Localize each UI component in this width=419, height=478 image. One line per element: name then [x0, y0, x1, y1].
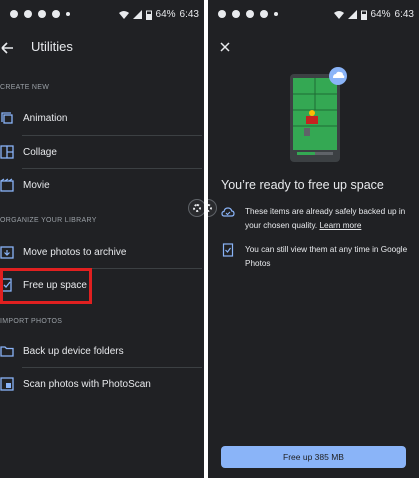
- battery-percent: 64%: [370, 9, 391, 20]
- notification-icon: [24, 10, 32, 18]
- more-notifications-icon: [274, 12, 278, 16]
- wifi-icon: [333, 10, 344, 19]
- status-bar: 64% 6:43: [208, 0, 419, 30]
- folder-icon: [0, 346, 14, 357]
- collage-icon: [0, 145, 14, 159]
- close-icon[interactable]: [218, 40, 232, 54]
- learn-more-link[interactable]: Learn more: [320, 221, 362, 230]
- battery-icon: [145, 10, 152, 20]
- page-title: Utilities: [31, 39, 73, 54]
- info-text: These items are already safely backed up…: [245, 205, 413, 233]
- info-row-view-anytime: You can still view them at any time in G…: [221, 243, 411, 273]
- photoscan-icon: [0, 377, 14, 391]
- divider: [22, 135, 202, 136]
- signal-icon: [132, 10, 142, 19]
- page-title: You’re ready to free up space: [221, 178, 384, 192]
- moon-icon: [38, 10, 46, 18]
- menu-item-back-up-folders[interactable]: Back up device folders: [0, 337, 204, 365]
- notification-icon: [232, 10, 240, 18]
- cloud-done-icon: [221, 207, 235, 217]
- section-header-organize: ORGANIZE YOUR LIBRARY: [0, 217, 97, 224]
- menu-item-label: Move photos to archive: [23, 246, 127, 258]
- utilities-screen: 64% 6:43 Utilities CREATE NEW Animation …: [0, 0, 204, 478]
- menu-item-label: Animation: [23, 112, 68, 124]
- signal-icon: [347, 10, 357, 19]
- app-bar: Utilities: [0, 36, 204, 60]
- menu-item-label: Back up device folders: [23, 345, 124, 357]
- notification-icon: [52, 10, 60, 18]
- highlight-box: [0, 268, 92, 304]
- info-row-backed-up: These items are already safely backed up…: [221, 205, 411, 235]
- battery-percent: 64%: [155, 9, 176, 20]
- menu-item-photoscan[interactable]: Scan photos with PhotoScan: [0, 370, 204, 398]
- wifi-icon: [118, 10, 129, 19]
- menu-item-collage[interactable]: Collage: [0, 138, 204, 166]
- status-bar: 64% 6:43: [0, 0, 204, 30]
- menu-item-label: Collage: [23, 146, 57, 158]
- notification-icons: [218, 10, 278, 18]
- moon-icon: [246, 10, 254, 18]
- clock: 6:43: [179, 9, 199, 20]
- info-text: You can still view them at any time in G…: [245, 245, 408, 268]
- phone-illustration: [290, 67, 347, 162]
- notification-icon: [260, 10, 268, 18]
- clock: 6:43: [394, 9, 414, 20]
- section-header-import: IMPORT PHOTOS: [0, 318, 63, 325]
- menu-item-label: Scan photos with PhotoScan: [23, 378, 151, 390]
- phone-check-icon: [222, 243, 234, 257]
- menu-item-animation[interactable]: Animation: [0, 104, 204, 132]
- notification-icon: [10, 10, 18, 18]
- more-notifications-icon: [66, 12, 70, 16]
- notification-icons: [10, 10, 70, 18]
- system-icons: 64% 6:43: [333, 9, 414, 20]
- menu-item-move-to-archive[interactable]: Move photos to archive: [0, 238, 204, 266]
- floating-loader-icon[interactable]: [208, 199, 217, 217]
- battery-icon: [360, 10, 367, 20]
- back-arrow-icon[interactable]: [0, 38, 18, 58]
- free-up-space-screen: 64% 6:43 You’re ready to free up space T…: [208, 0, 419, 478]
- free-up-button[interactable]: Free up 385 MB: [221, 446, 406, 468]
- archive-icon: [0, 246, 14, 259]
- notification-icon: [218, 10, 226, 18]
- floating-loader-icon[interactable]: [188, 199, 204, 217]
- section-header-create-new: CREATE NEW: [0, 84, 50, 91]
- animation-icon: [1, 112, 13, 124]
- movie-icon: [0, 178, 14, 192]
- divider: [22, 367, 202, 368]
- system-icons: 64% 6:43: [118, 9, 199, 20]
- menu-item-movie[interactable]: Movie: [0, 171, 204, 199]
- divider: [22, 168, 202, 169]
- menu-item-label: Movie: [23, 179, 50, 191]
